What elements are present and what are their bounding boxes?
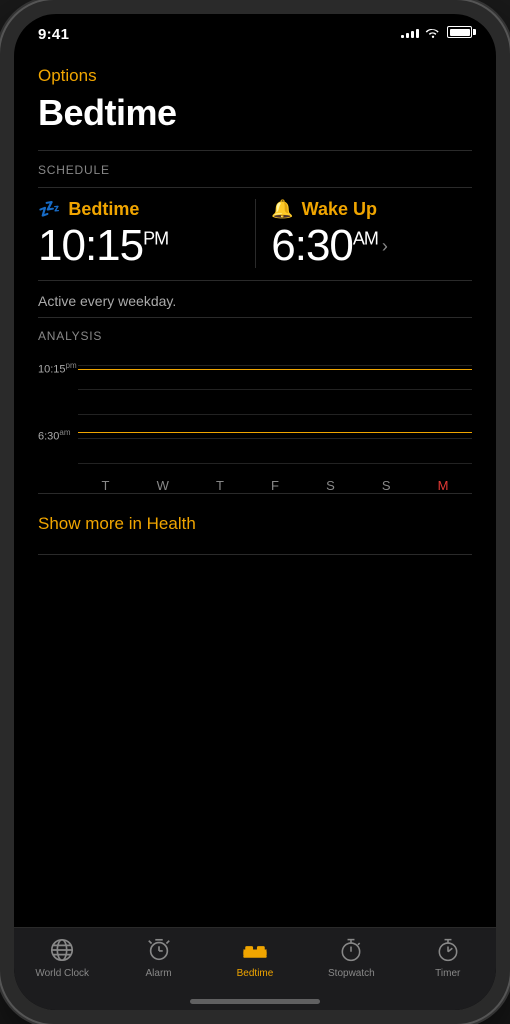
day-m: M [438,478,449,493]
home-indicator [190,999,320,1004]
day-w: W [157,478,169,493]
phone-frame: 9:41 Options Bedtim [0,0,510,1024]
schedule-vertical-divider [255,199,256,268]
show-health-link[interactable]: Show more in Health [14,494,496,554]
alarm-icon [145,936,173,964]
tab-timer[interactable]: Timer [413,936,483,979]
grid-line-1 [78,365,472,366]
tab-timer-label: Timer [435,968,460,979]
bedtime-label: Bedtime [68,199,139,220]
status-icons [401,26,472,38]
wakeup-time-row: 6:30AM › [271,224,472,268]
wakeup-label-row: 🔔 Wake Up [271,199,472,220]
grid-line-4 [78,438,472,439]
tab-alarm[interactable]: Alarm [124,936,194,979]
bedtime-item[interactable]: 💤 Bedtime 10:15PM [38,199,239,268]
tab-alarm-label: Alarm [146,968,172,979]
schedule-row: 💤 Bedtime 10:15PM 🔔 Wake Up [38,199,472,268]
page-title: Bedtime [38,92,177,133]
chart-grid [78,365,472,463]
bedtime-tab-icon [241,936,269,964]
status-time: 9:41 [38,26,69,43]
wakeup-label: Wake Up [302,199,377,220]
schedule-section: 💤 Bedtime 10:15PM 🔔 Wake Up [14,187,496,280]
chart-bottom-line [78,432,472,433]
bedtime-zzz-icon: 💤 [38,199,60,220]
grid-line-2 [78,389,472,390]
chart-bottom-label: 6:30AM [38,428,71,443]
wakeup-item[interactable]: 🔔 Wake Up 6:30AM › [271,199,472,268]
active-text: Active every weekday. [14,281,496,317]
timer-icon [434,936,462,964]
grid-line-3 [78,414,472,415]
analysis-label-wrapper: ANALYSIS [38,317,472,345]
chart-top-label: 10:15PM [38,361,77,376]
bedtime-time: 10:15PM [38,224,239,268]
phone-screen: 9:41 Options Bedtim [14,14,496,1010]
tab-stopwatch-label: Stopwatch [328,968,375,979]
wifi-icon [425,26,441,38]
tab-bedtime[interactable]: Bedtime [220,936,290,979]
day-s1: S [326,478,335,493]
day-s2: S [382,478,391,493]
day-t1: T [102,478,110,493]
wakeup-bell-icon: 🔔 [271,199,293,220]
health-bottom-divider [38,554,472,555]
wakeup-chevron-icon: › [382,236,388,257]
schedule-label: SCHEDULE [38,163,110,177]
tab-bedtime-label: Bedtime [237,968,274,979]
day-t2: T [216,478,224,493]
wakeup-time: 6:30AM [271,224,378,268]
chart-days-row: T W T F S S M [78,478,472,493]
analysis-label: ANALYSIS [38,329,102,343]
tab-world-clock-label: World Clock [35,968,89,979]
world-clock-icon [48,936,76,964]
battery-icon [447,26,472,38]
stopwatch-icon [337,936,365,964]
bedtime-label-row: 💤 Bedtime [38,199,239,220]
app-content[interactable]: Options Bedtime SCHEDULE 💤 Bedtime [14,58,496,927]
grid-line-5 [78,463,472,464]
day-f: F [271,478,279,493]
analysis-section: ANALYSIS 10:15PM [14,317,496,493]
tab-bar: World Clock Alarm [14,927,496,1010]
schedule-label-container: SCHEDULE [14,151,496,179]
signal-icon [401,26,419,38]
tab-world-clock[interactable]: World Clock [27,936,97,979]
notch [180,14,330,42]
chart-area: 10:15PM 6:30AM [38,353,472,493]
header-section: Options Bedtime [14,58,496,150]
options-link[interactable]: Options [38,66,472,86]
tab-stopwatch[interactable]: Stopwatch [316,936,386,979]
